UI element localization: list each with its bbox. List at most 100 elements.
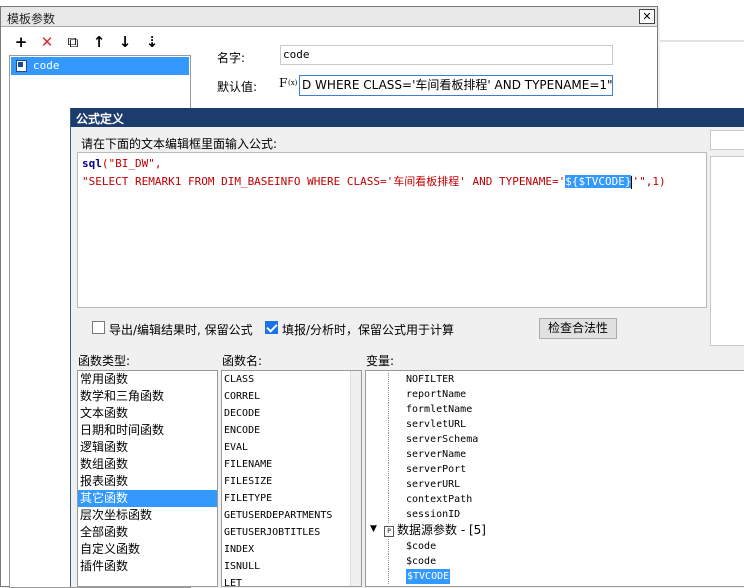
function-name-list: CLASS CORREL DECODE ENCODE EVAL FILENAME FILES… — [221, 370, 362, 587]
variable-tree: ▼ P 数据源参数 - [5] NOFILTER reportName formle… — [365, 370, 744, 587]
fill-keep-formula-label: 填报/分析时，保留公式用于计算 — [282, 323, 455, 337]
tree-guide-line — [388, 418, 389, 433]
function-name-item[interactable]: FILETYPE — [222, 490, 361, 507]
tree-guide-line — [388, 403, 389, 418]
function-name-item[interactable]: ISNULL — [222, 558, 361, 575]
function-type-item[interactable]: 逻辑函数 — [78, 439, 217, 456]
formula-sql-text: "SELECT REMARK1 FROM DIM_BASEINFO WHERE … — [82, 175, 566, 188]
variable-item[interactable]: serverURL — [406, 477, 460, 492]
arrow-down-icon[interactable]: ↓ — [115, 32, 135, 52]
variable-label: 变量: — [366, 354, 395, 368]
formula-line-1: sql("BI_DW", — [82, 155, 702, 173]
tree-guide-line — [388, 433, 389, 448]
formula-icon[interactable]: F (x) — [279, 76, 297, 94]
variable-item[interactable]: serverName — [406, 447, 466, 462]
variable-item[interactable]: formletName — [406, 402, 472, 417]
function-name-item[interactable]: GETUSERJOBTITLES — [222, 524, 361, 541]
function-name-item[interactable]: LET — [222, 575, 361, 586]
datasource-param-item[interactable]: $TVCODE — [406, 569, 451, 584]
template-params-title: 模板参数 — [7, 12, 56, 26]
name-input[interactable]: code — [280, 45, 613, 65]
variable-item[interactable]: serverSchema — [406, 432, 478, 447]
background-divider — [660, 40, 744, 42]
function-type-item[interactable]: 其它函数 — [78, 490, 217, 507]
function-type-item[interactable]: 数学和三角函数 — [78, 388, 217, 405]
function-type-label: 函数类型: — [78, 354, 131, 368]
function-type-item[interactable]: 自定义函数 — [78, 541, 217, 558]
variable-item[interactable]: serverPort — [406, 462, 466, 477]
default-value-label: 默认值: — [217, 80, 258, 94]
formula-prompt: 请在下面的文本编辑框里面输入公式: — [81, 137, 278, 151]
function-name-item[interactable]: DECODE — [222, 405, 361, 422]
function-type-item[interactable]: 全部函数 — [78, 524, 217, 541]
tree-guide-line — [388, 388, 389, 403]
param-icon — [16, 60, 27, 72]
delete-icon[interactable]: ✕ — [37, 32, 57, 52]
arrow-up-icon[interactable]: ↑ — [89, 32, 109, 52]
tree-guide-line — [388, 373, 389, 388]
tree-guide-line — [388, 508, 389, 523]
param-item-code[interactable]: code — [11, 57, 189, 75]
formula-line-2: "SELECT REMARK1 FROM DIM_BASEINFO WHERE … — [82, 173, 702, 191]
formula-selected-param: ${$TVCODE} — [565, 175, 632, 188]
background-right-panel — [660, 8, 744, 108]
formula-sql-end: '",1) — [632, 175, 666, 188]
function-type-item[interactable]: 报表函数 — [78, 473, 217, 490]
tree-guide-line — [388, 463, 389, 478]
formula-title: 公式定义 — [76, 112, 125, 126]
tree-guide-line — [388, 539, 389, 554]
function-name-item[interactable]: CLASS — [222, 371, 361, 388]
function-name-item[interactable]: FILESIZE — [222, 473, 361, 490]
tree-guide-line — [388, 448, 389, 463]
export-keep-formula-checkbox[interactable] — [92, 321, 105, 334]
function-name-item[interactable]: CORREL — [222, 388, 361, 405]
formula-titlebar: 公式定义 — [71, 108, 744, 127]
copy-icon[interactable]: ⧉ — [63, 32, 83, 52]
function-name-item[interactable]: ENCODE — [222, 422, 361, 439]
params-toolbar: + ✕ ⧉ ↑ ↓ ⇣ — [9, 29, 193, 55]
variable-item[interactable]: NOFILTER — [406, 372, 454, 387]
variable-item[interactable]: sessionID — [406, 507, 460, 522]
function-type-item[interactable]: 层次坐标函数 — [78, 507, 217, 524]
formula-editor[interactable]: sql("BI_DW", "SELECT REMARK1 FROM DIM_BA… — [77, 152, 707, 308]
tree-guide-line — [388, 569, 389, 584]
param-item-label: code — [33, 59, 60, 72]
function-type-item[interactable]: 插件函数 — [78, 558, 217, 575]
check-validity-button[interactable]: 检查合法性 — [539, 318, 617, 339]
side-search-input[interactable] — [710, 130, 744, 150]
tree-guide-line — [388, 478, 389, 493]
fill-keep-formula-checkbox[interactable] — [265, 321, 278, 334]
name-label: 名字: — [217, 51, 246, 65]
function-name-scrollbar[interactable] — [350, 371, 361, 586]
variable-item[interactable]: servletURL — [406, 417, 466, 432]
datasource-param-item[interactable]: $code — [406, 539, 436, 554]
function-name-item[interactable]: INDEX — [222, 541, 361, 558]
tree-guide-line — [388, 554, 389, 569]
function-type-item[interactable]: 文本函数 — [78, 405, 217, 422]
function-type-list: 常用函数 数学和三角函数 文本函数 日期和时间函数 逻辑函数 数组函数 报表函数 其它函数 层次… — [77, 370, 218, 587]
formula-definition-window: 公式定义 请在下面的文本编辑框里面输入公式: sql("BI_DW", "SEL… — [70, 108, 744, 587]
variable-item[interactable]: contextPath — [406, 492, 472, 507]
datasource-params-node[interactable]: 数据源参数 - [5] — [397, 523, 486, 538]
function-type-item[interactable]: 数组函数 — [78, 456, 217, 473]
close-button[interactable]: ✕ — [639, 9, 655, 24]
function-type-item[interactable]: 日期和时间函数 — [78, 422, 217, 439]
template-params-titlebar: 模板参数 ✕ — [1, 7, 657, 27]
tree-guide-line — [388, 493, 389, 508]
function-name-item[interactable]: GETUSERDEPARTMENTS — [222, 507, 361, 524]
formula-function-name: sql — [82, 157, 102, 170]
side-description-panel — [710, 156, 744, 346]
function-name-item[interactable]: EVAL — [222, 439, 361, 456]
datasource-param-icon: P — [384, 526, 394, 537]
function-name-item[interactable]: FILENAME — [222, 456, 361, 473]
default-value-input[interactable]: D WHERE CLASS='车间看板排程' AND TYPENAME=1",1… — [299, 75, 613, 96]
function-type-item[interactable]: 常用函数 — [78, 371, 217, 388]
datasource-param-item[interactable]: $code — [406, 554, 436, 569]
sort-icon[interactable]: ⇣ — [142, 32, 162, 52]
export-keep-formula-label: 导出/编辑结果时, 保留公式 — [109, 323, 253, 337]
plus-icon[interactable]: + — [11, 32, 31, 52]
formula-args: ("BI_DW", — [101, 157, 162, 170]
collapse-arrow-icon[interactable]: ▼ — [370, 524, 377, 534]
variable-item[interactable]: reportName — [406, 387, 466, 402]
function-name-label: 函数名: — [222, 354, 263, 368]
